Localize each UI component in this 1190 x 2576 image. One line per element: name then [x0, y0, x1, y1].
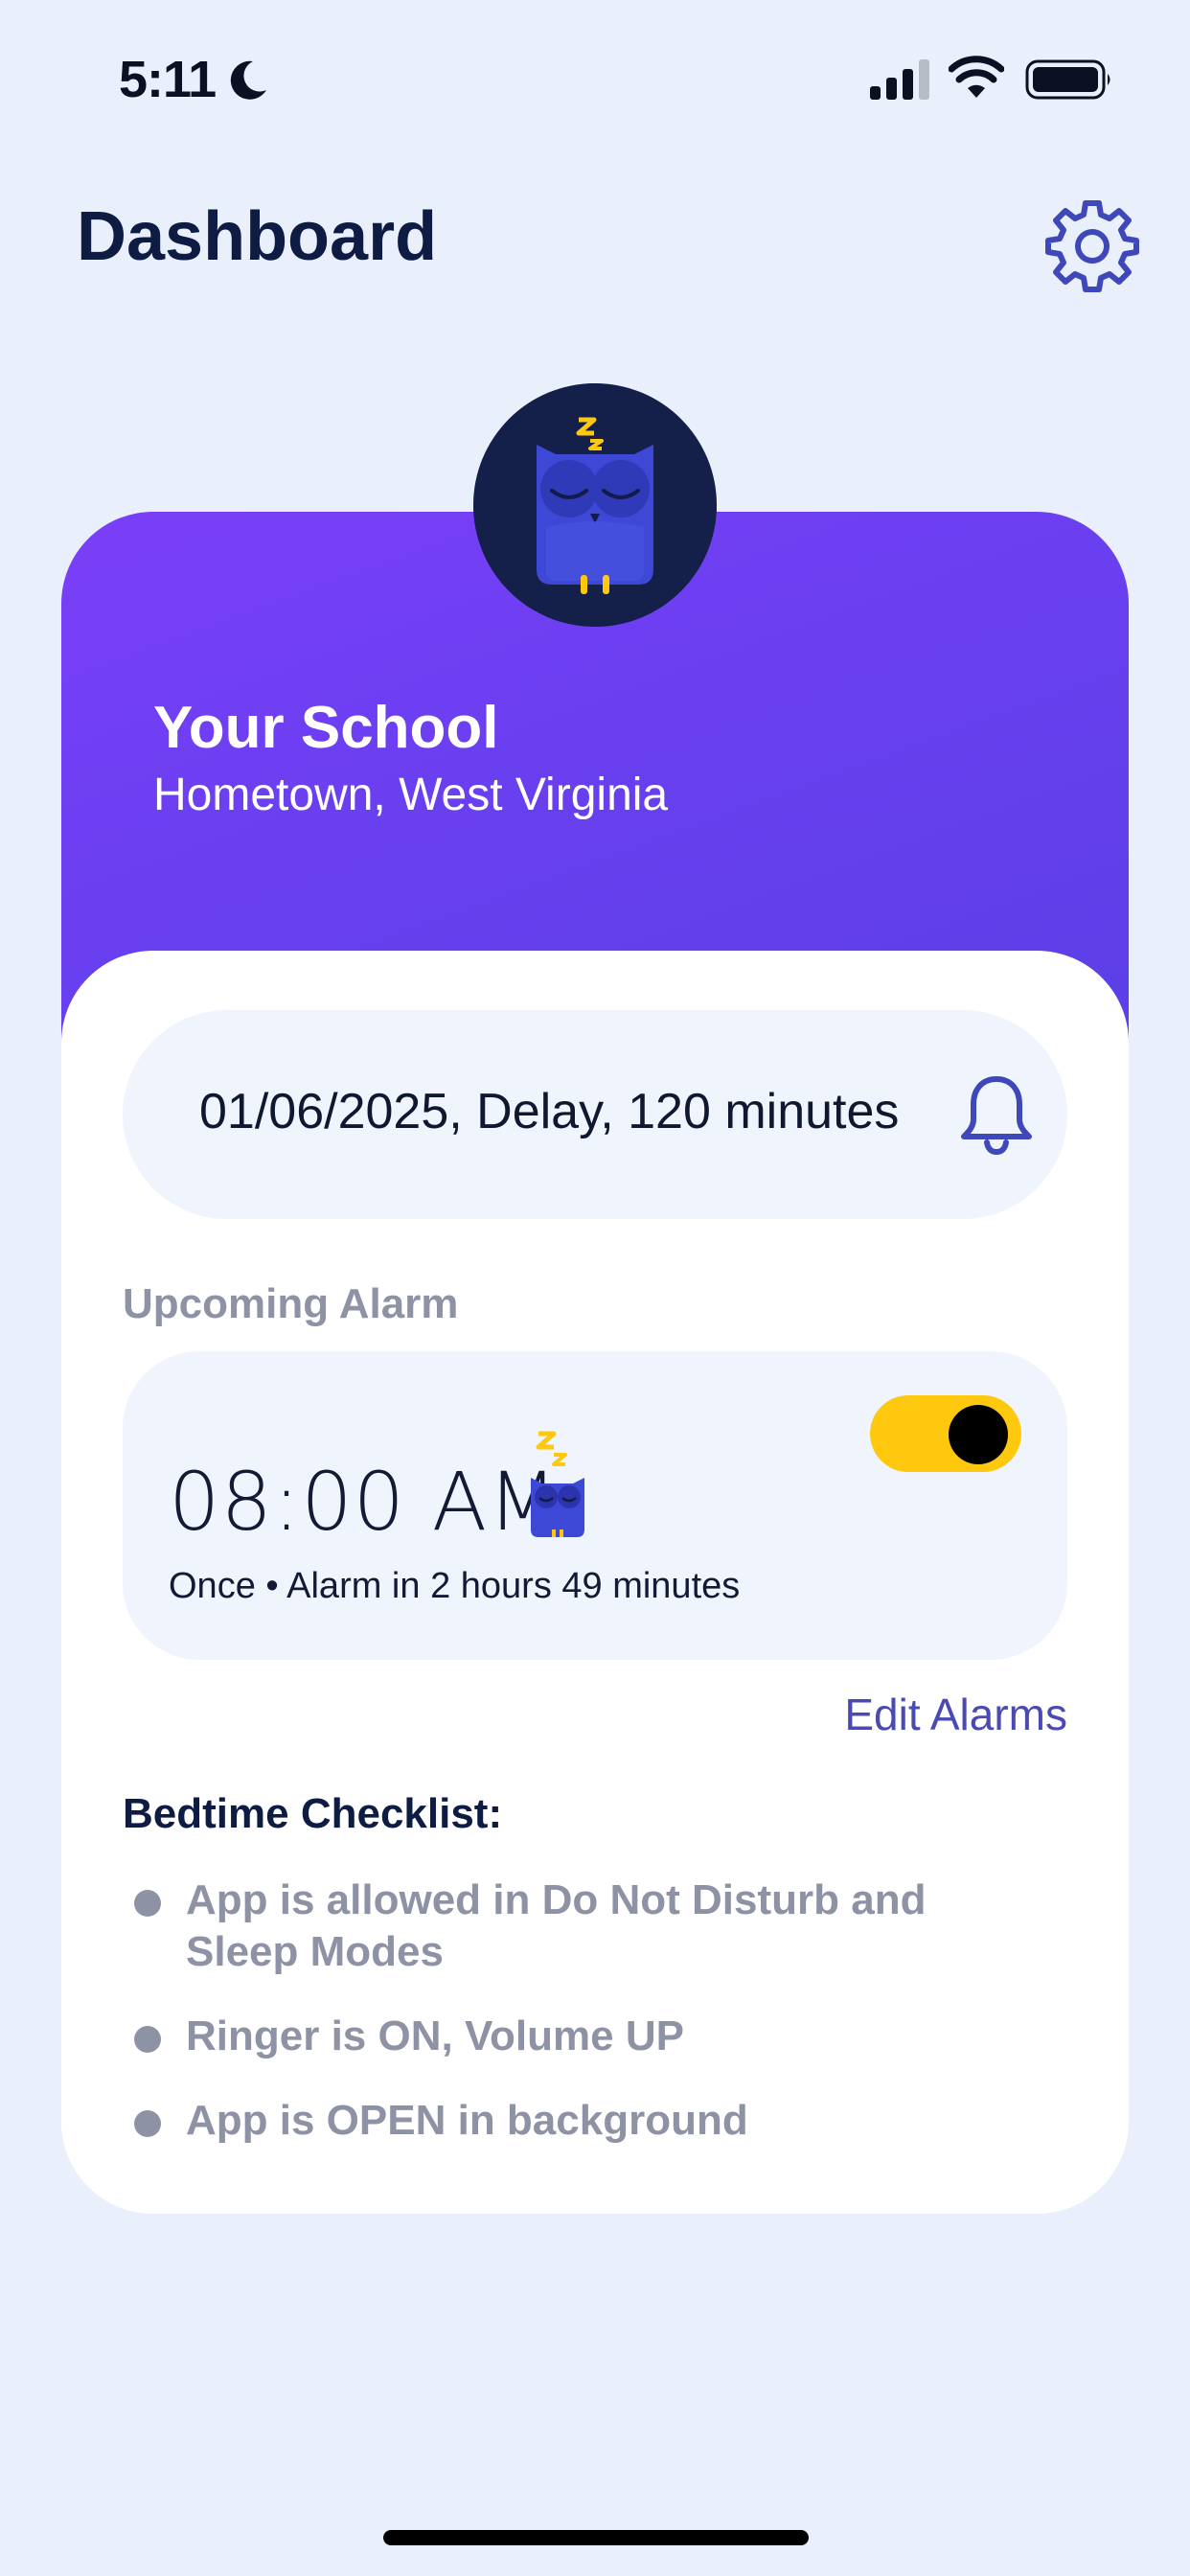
- checklist-item-text: Ringer is ON, Volume UP: [186, 2012, 684, 2059]
- checklist-title: Bedtime Checklist:: [123, 1790, 503, 1837]
- page-title: Dashboard: [77, 198, 438, 275]
- announcement-pill[interactable]: 01/06/2025, Delay, 120 minutes: [123, 1010, 1067, 1219]
- bedtime-checklist: App is allowed in Do Not Disturb and Sle…: [123, 1874, 1062, 2179]
- alarm-card[interactable]: 08:00 AM Once • Alarm in 2 hours 49 minu…: [123, 1351, 1067, 1660]
- upcoming-alarm-label: Upcoming Alarm: [123, 1280, 459, 1327]
- school-name: Your School: [153, 695, 499, 761]
- bullet-icon: [134, 1890, 161, 1917]
- checklist-item-text: App is OPEN in background: [186, 2097, 748, 2144]
- moon-icon: [230, 60, 266, 100]
- school-card: Your School Hometown, West Virginia 01/0…: [61, 512, 1129, 2214]
- checklist-item: App is allowed in Do Not Disturb and Sle…: [123, 1874, 1062, 1978]
- bullet-icon: [134, 2026, 161, 2053]
- gear-icon[interactable]: [1044, 197, 1140, 293]
- alarm-time: 08:00 AM: [169, 1455, 559, 1549]
- alarm-toggle-knob: [949, 1405, 1008, 1464]
- status-time: 5:11: [119, 51, 217, 108]
- announcement-text: 01/06/2025, Delay, 120 minutes: [199, 1084, 900, 1139]
- checklist-item-text-continued: Sleep Modes: [186, 1928, 444, 1975]
- school-location: Hometown, West Virginia: [153, 770, 669, 820]
- checklist-item: App is OPEN in background: [123, 2095, 1062, 2147]
- card-body: 01/06/2025, Delay, 120 minutes Upcoming …: [61, 951, 1129, 2214]
- checklist-item: Ringer is ON, Volume UP: [123, 2011, 1062, 2062]
- alarm-toggle[interactable]: [870, 1395, 1021, 1472]
- signal-icon: [870, 59, 929, 100]
- alarm-subtitle: Once • Alarm in 2 hours 49 minutes: [169, 1566, 741, 1606]
- wifi-icon: [949, 56, 1004, 98]
- home-indicator[interactable]: [383, 2530, 809, 2545]
- bullet-icon: [134, 2110, 161, 2137]
- battery-icon: [1025, 59, 1110, 100]
- edit-alarms-link[interactable]: Edit Alarms: [839, 1689, 1067, 1740]
- checklist-item-text: App is allowed in Do Not Disturb and: [186, 1876, 927, 1923]
- sleeping-owl-icon: [473, 383, 717, 627]
- bell-icon[interactable]: [958, 1073, 1035, 1156]
- dashboard-screen: 5:11 Dashboard Your School Hometown, Wes…: [0, 0, 1190, 2576]
- sleeping-owl-icon: [531, 1431, 584, 1537]
